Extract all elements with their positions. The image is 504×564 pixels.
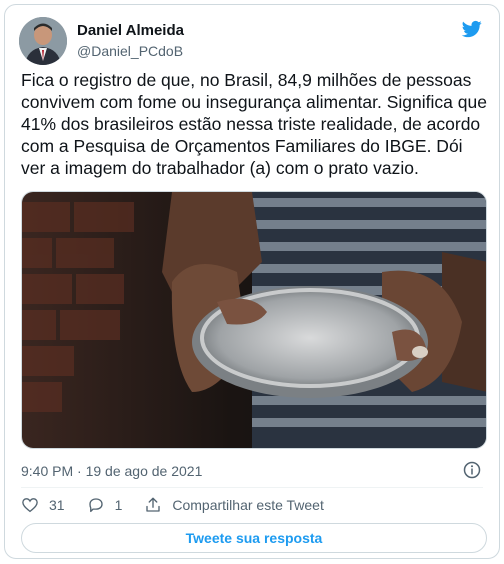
twitter-bird-icon[interactable] (461, 19, 483, 39)
reply-icon (88, 498, 103, 513)
reply-count: 1 (114, 497, 123, 513)
author-handle[interactable]: @Daniel_PCdoB (77, 43, 183, 59)
like-count: 31 (49, 497, 65, 513)
author-name[interactable]: Daniel Almeida (77, 22, 184, 39)
share-button[interactable]: Compartilhar este Tweet (144, 496, 324, 514)
tweet-photo[interactable] (21, 191, 487, 449)
reply-button[interactable]: 1 (87, 496, 123, 514)
tweet-reply-button[interactable]: Tweete sua resposta (21, 523, 487, 553)
share-icon (146, 497, 161, 512)
info-icon[interactable] (463, 461, 481, 479)
avatar[interactable] (19, 17, 67, 65)
action-bar: 31 1 Compartilhar este Tweet (21, 495, 346, 515)
share-label: Compartilhar este Tweet (172, 497, 324, 513)
tweet-card: Daniel Almeida @Daniel_PCdoB Fica o regi… (4, 4, 500, 559)
heart-icon (22, 498, 38, 513)
divider (21, 487, 483, 488)
tweet-text: Fica o registro de que, no Brasil, 84,9 … (21, 70, 487, 178)
like-button[interactable]: 31 (21, 496, 65, 514)
tweet-timestamp[interactable]: 9:40 PM · 19 de ago de 2021 (21, 463, 202, 479)
